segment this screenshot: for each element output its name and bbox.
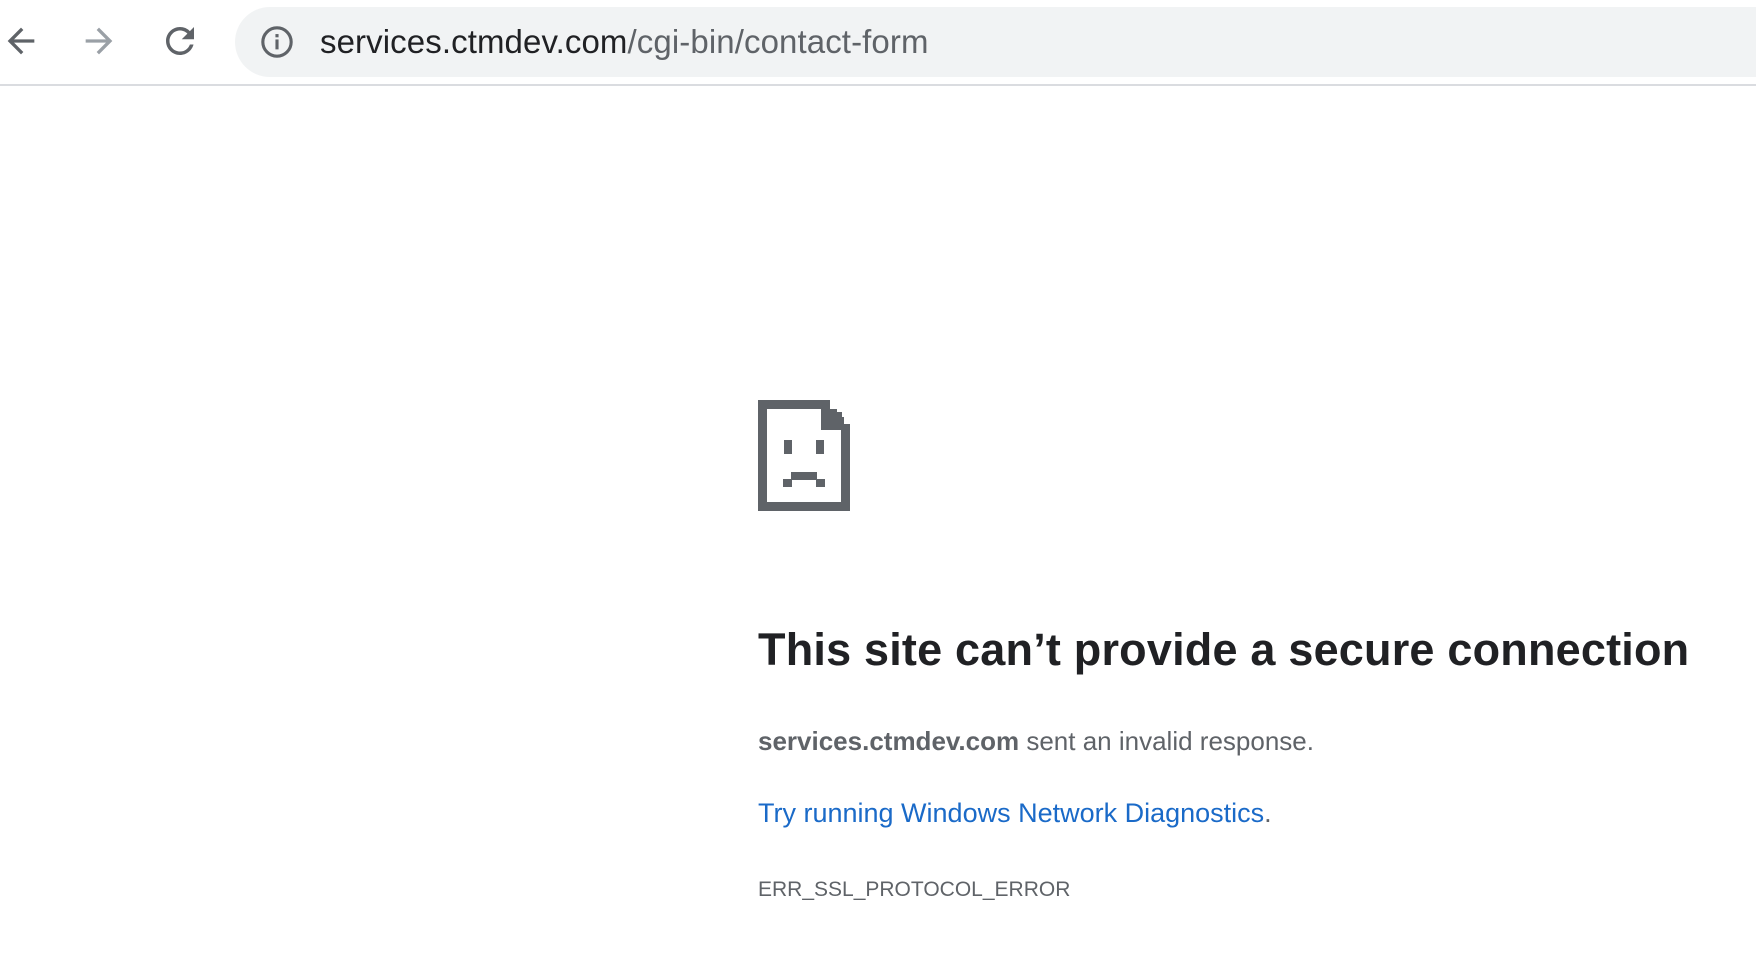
diagnostics-line: Try running Windows Network Diagnostics. (758, 798, 1272, 829)
error-title: This site can’t provide a secure connect… (758, 624, 1690, 675)
diagnostics-link[interactable]: Try running Windows Network Diagnostics (758, 798, 1264, 828)
error-host: services.ctmdev.com (758, 726, 1020, 756)
forward-arrow-icon (85, 27, 113, 55)
url-path: /cgi-bin/contact-form (627, 23, 929, 60)
url-host: services.ctmdev.com (320, 23, 628, 60)
sad-document-icon (758, 400, 850, 511)
browser-toolbar: services.ctmdev.com/cgi-bin/contact-form (0, 0, 1756, 86)
error-description: services.ctmdev.com sent an invalid resp… (758, 726, 1314, 757)
diagnostics-period: . (1264, 798, 1272, 828)
forward-button[interactable] (70, 12, 128, 70)
url-text[interactable]: services.ctmdev.com/cgi-bin/contact-form (320, 7, 929, 77)
info-icon[interactable] (260, 25, 294, 59)
address-bar[interactable]: services.ctmdev.com/cgi-bin/contact-form (235, 7, 1756, 77)
error-code: ERR_SSL_PROTOCOL_ERROR (758, 878, 1071, 901)
back-button[interactable] (0, 12, 50, 70)
error-message: sent an invalid response. (1019, 726, 1314, 756)
reload-icon (166, 26, 194, 55)
back-arrow-icon (7, 27, 35, 55)
reload-button[interactable] (151, 12, 209, 70)
